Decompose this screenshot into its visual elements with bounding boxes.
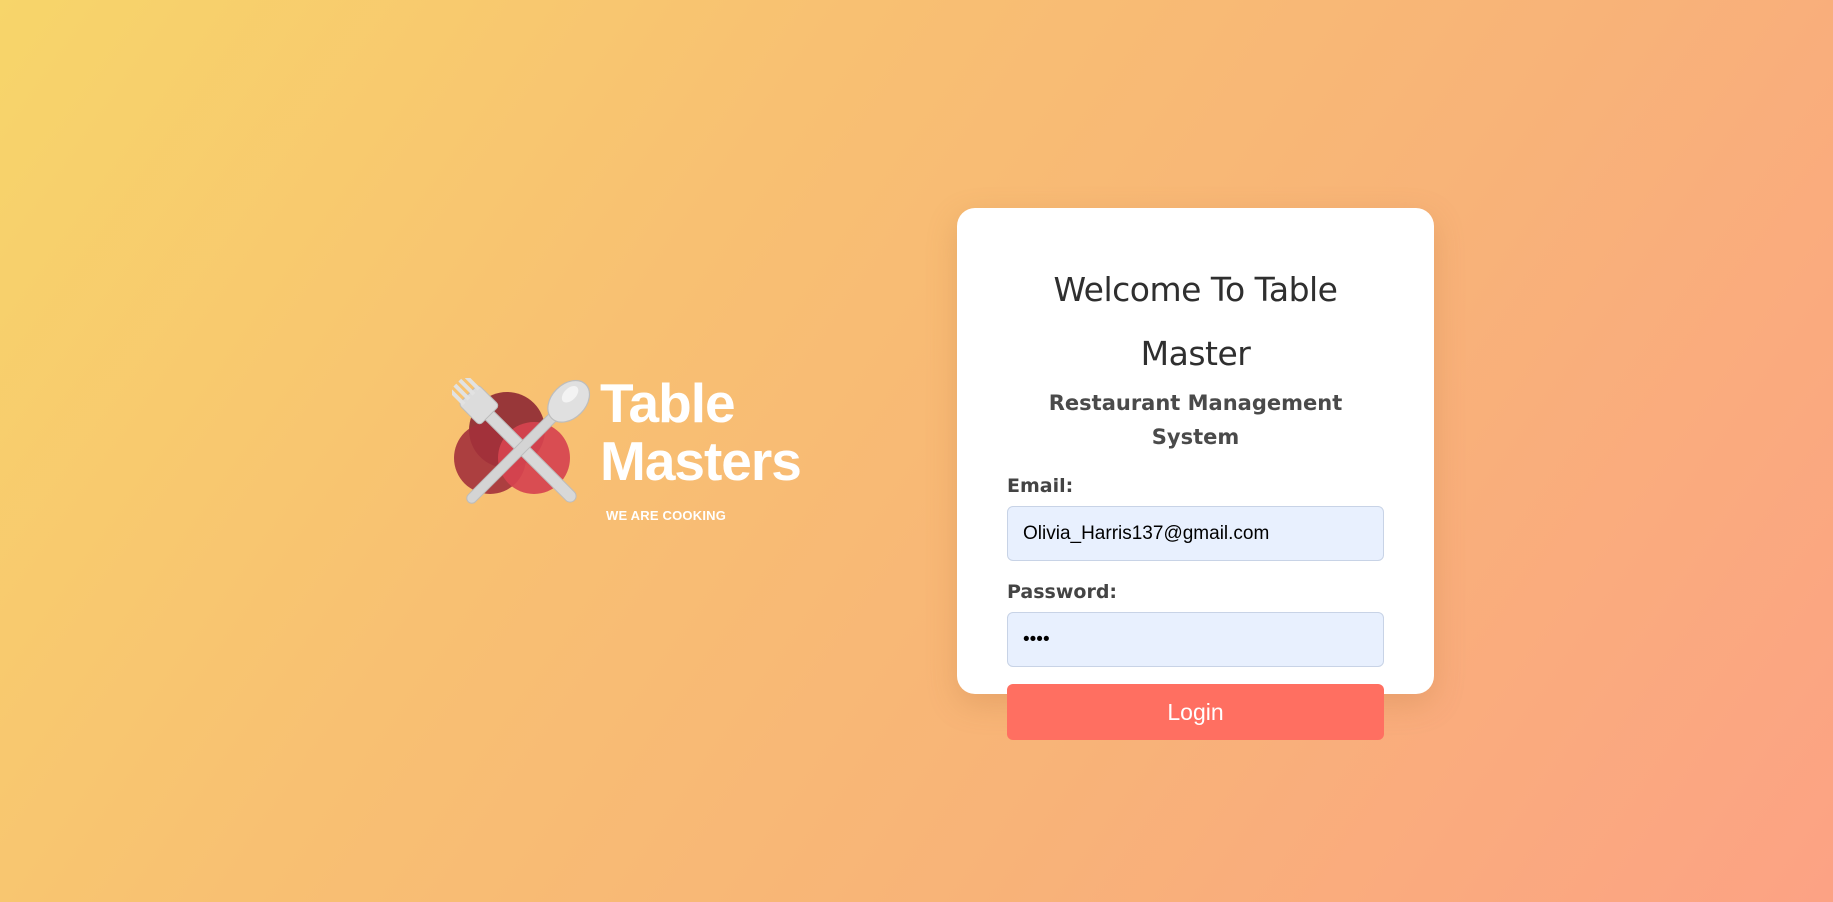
login-button[interactable]: Login: [1007, 684, 1384, 740]
brand-title-line-1: Table: [600, 372, 736, 434]
brand-tagline: WE ARE COOKING: [606, 508, 727, 523]
brand-title: Table Masters: [600, 372, 802, 492]
login-title: Welcome To Table Master: [1053, 270, 1338, 373]
email-field[interactable]: [1007, 506, 1384, 561]
brand-title-line-2: Masters: [600, 430, 802, 492]
login-card: Welcome To Table Master Restaurant Manag…: [957, 208, 1434, 740]
login-subtitle: Restaurant Management System: [1048, 391, 1343, 449]
brand-logo: Table Masters WE ARE COOKING: [452, 374, 832, 528]
fork-and-spoon-logo-icon: [452, 378, 591, 504]
password-label: Password:: [1007, 581, 1118, 603]
email-label: Email:: [1007, 475, 1074, 497]
password-field[interactable]: [1007, 612, 1384, 667]
